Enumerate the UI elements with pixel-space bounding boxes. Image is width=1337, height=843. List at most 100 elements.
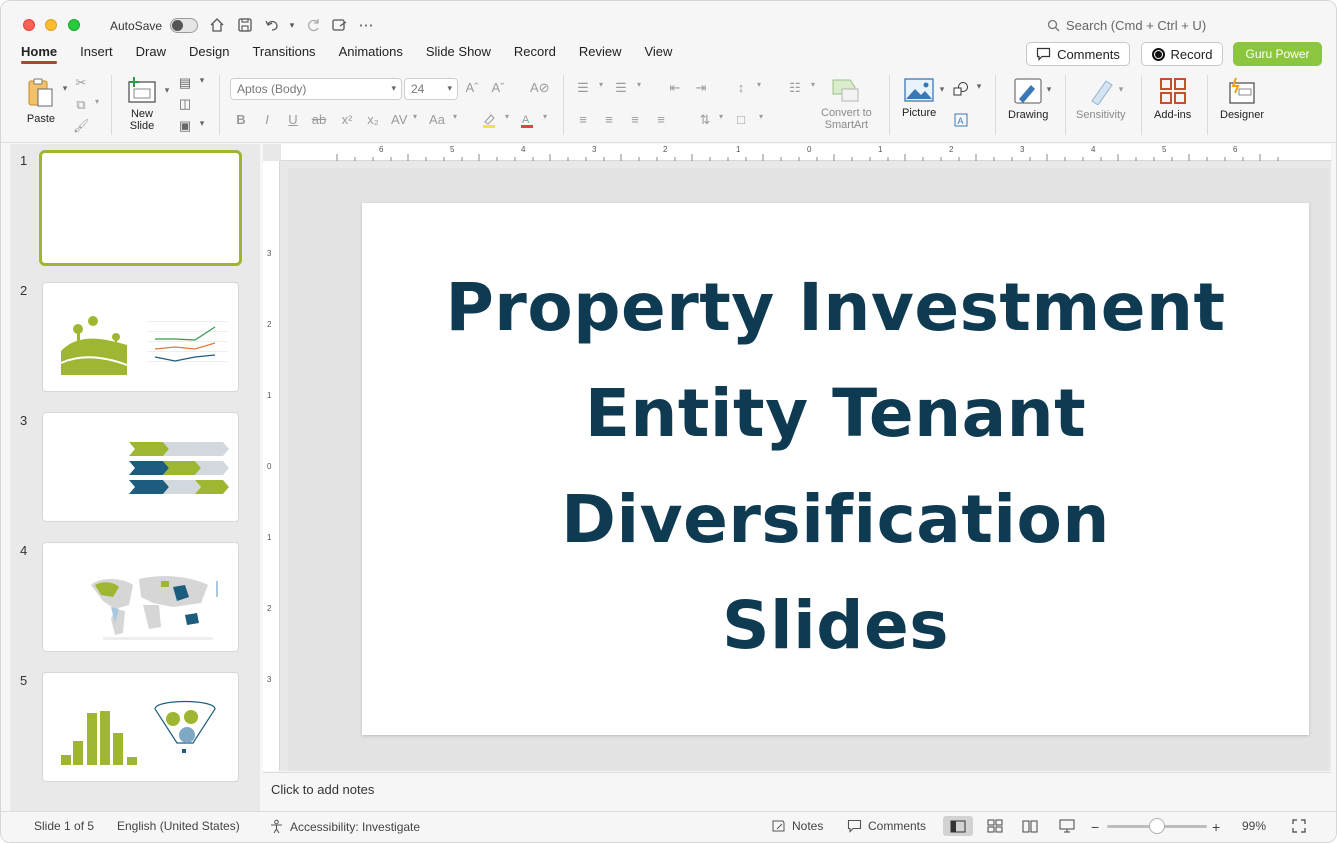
maximize-window-button[interactable]: [68, 19, 80, 31]
drawing-dropdown-icon[interactable]: ▾: [1041, 84, 1057, 95]
paste-button[interactable]: Paste: [25, 77, 57, 125]
notes-pane[interactable]: Click to add notes: [263, 772, 1331, 810]
align-right-icon[interactable]: ≡: [627, 112, 643, 127]
slide-thumbnail-4[interactable]: [42, 542, 239, 652]
change-case-icon[interactable]: Aa: [429, 112, 445, 127]
decrease-indent-icon[interactable]: ⇤: [667, 80, 683, 96]
align-center-icon[interactable]: ≡: [601, 112, 617, 127]
highlight-dropdown-icon[interactable]: ▾: [499, 112, 515, 121]
home-icon[interactable]: [207, 15, 227, 35]
convert-to-smartart-button[interactable]: Convert to SmartArt: [821, 77, 872, 131]
zoom-in-button[interactable]: +: [1212, 819, 1220, 835]
text-direction-dropdown-icon[interactable]: ▾: [713, 112, 729, 121]
paste-dropdown-icon[interactable]: ▾: [57, 83, 73, 94]
add-ins-button[interactable]: Add-ins: [1154, 77, 1191, 121]
undo-icon[interactable]: [262, 15, 282, 35]
layout-icon[interactable]: ▤: [177, 75, 193, 91]
slide-thumbnail-3[interactable]: [42, 412, 239, 522]
tab-review[interactable]: Review: [579, 44, 622, 66]
numbering-icon[interactable]: ☰: [613, 80, 629, 96]
text-box-icon[interactable]: A: [953, 112, 969, 131]
italic-icon[interactable]: I: [259, 112, 275, 127]
character-spacing-icon[interactable]: AV: [391, 112, 407, 127]
font-color-dropdown-icon[interactable]: ▾: [537, 112, 553, 121]
new-slide-button[interactable]: New Slide: [127, 76, 157, 132]
tab-record[interactable]: Record: [514, 44, 556, 66]
more-icon[interactable]: ⋯: [356, 15, 376, 35]
slide-thumbnail-2[interactable]: [42, 282, 239, 392]
reading-view-button[interactable]: [1015, 816, 1045, 836]
strikethrough-icon[interactable]: ab: [311, 112, 327, 127]
bold-icon[interactable]: B: [233, 112, 249, 127]
align-left-icon[interactable]: ≡: [575, 112, 591, 127]
grow-font-icon[interactable]: Aˆ: [464, 80, 480, 95]
align-text-icon[interactable]: □: [733, 112, 749, 127]
columns-dropdown-icon[interactable]: ▾: [805, 80, 821, 89]
comments-toggle[interactable]: Comments: [847, 819, 926, 833]
bullets-icon[interactable]: ☰: [575, 80, 591, 96]
justify-icon[interactable]: ≡: [653, 112, 669, 127]
current-slide[interactable]: Property Investment Entity Tenant Divers…: [362, 203, 1309, 735]
comments-button[interactable]: Comments: [1026, 42, 1130, 66]
minimize-window-button[interactable]: [45, 19, 57, 31]
superscript-icon[interactable]: x²: [339, 112, 355, 127]
zoom-out-button[interactable]: −: [1091, 819, 1099, 835]
search-box[interactable]: Search (Cmd + Ctrl + U): [1047, 18, 1206, 33]
zoom-level[interactable]: 99%: [1242, 819, 1266, 833]
subscript-icon[interactable]: x₂: [365, 112, 381, 127]
shapes-dropdown-icon[interactable]: ▾: [971, 81, 987, 92]
save-icon[interactable]: [235, 15, 255, 35]
numbering-dropdown-icon[interactable]: ▾: [631, 80, 647, 89]
guru-power-button[interactable]: Guru Power: [1233, 42, 1322, 66]
notes-toggle[interactable]: Notes: [771, 819, 823, 833]
bullets-dropdown-icon[interactable]: ▾: [593, 80, 609, 89]
normal-view-button[interactable]: [943, 816, 973, 836]
tab-insert[interactable]: Insert: [80, 44, 113, 66]
slide-thumbnail-1[interactable]: [39, 150, 242, 266]
fit-slide-button[interactable]: [1292, 819, 1306, 833]
font-color-icon[interactable]: A: [519, 112, 535, 131]
highlight-icon[interactable]: [481, 112, 497, 131]
slide-thumbnail-5[interactable]: [42, 672, 239, 782]
tab-view[interactable]: View: [644, 44, 672, 66]
columns-icon[interactable]: ☷: [787, 80, 803, 96]
tab-design[interactable]: Design: [189, 44, 229, 66]
tab-transitions[interactable]: Transitions: [252, 44, 315, 66]
picture-button[interactable]: Picture: [902, 77, 936, 119]
line-spacing-dropdown-icon[interactable]: ▾: [751, 80, 767, 89]
tab-home[interactable]: Home: [21, 44, 58, 66]
copy-dropdown-icon[interactable]: ▾: [89, 97, 105, 106]
language-indicator[interactable]: English (United States): [117, 819, 240, 833]
change-case-dropdown-icon[interactable]: ▾: [447, 112, 463, 121]
clear-formatting-icon[interactable]: A⊘: [530, 80, 550, 96]
shapes-icon[interactable]: [953, 81, 969, 100]
increase-indent-icon[interactable]: ⇥: [693, 80, 709, 96]
undo-dropdown-icon[interactable]: ▾: [282, 15, 302, 35]
format-painter-icon[interactable]: 🖌: [73, 118, 90, 134]
slide-title[interactable]: Property Investment Entity Tenant Divers…: [402, 255, 1269, 679]
record-button[interactable]: Record: [1141, 42, 1223, 66]
accessibility-checker[interactable]: Accessibility: Investigate: [269, 819, 420, 834]
reset-icon[interactable]: ◫: [177, 96, 193, 112]
present-icon[interactable]: [329, 15, 349, 35]
underline-icon[interactable]: U: [285, 112, 301, 127]
redo-icon[interactable]: [303, 15, 323, 35]
copy-icon[interactable]: ⧉: [73, 97, 89, 113]
font-name-select[interactable]: Aptos (Body) ▾: [230, 78, 402, 100]
text-direction-icon[interactable]: ⇅: [697, 112, 713, 128]
tab-animations[interactable]: Animations: [339, 44, 403, 66]
line-spacing-icon[interactable]: ↕: [733, 80, 749, 95]
tab-slide-show[interactable]: Slide Show: [426, 44, 491, 66]
align-text-dropdown-icon[interactable]: ▾: [753, 112, 769, 121]
sensitivity-dropdown-icon[interactable]: ▾: [1113, 84, 1129, 95]
section-icon[interactable]: ▣: [177, 118, 193, 134]
close-window-button[interactable]: [23, 19, 35, 31]
section-dropdown-icon[interactable]: ▾: [194, 118, 210, 129]
layout-dropdown-icon[interactable]: ▾: [194, 75, 210, 86]
slide-sorter-view-button[interactable]: [980, 816, 1010, 836]
new-slide-dropdown-icon[interactable]: ▾: [159, 85, 175, 96]
slideshow-view-button[interactable]: [1052, 816, 1082, 836]
font-size-select[interactable]: 24 ▾: [404, 78, 458, 100]
shrink-font-icon[interactable]: Aˇ: [490, 80, 506, 95]
autosave-toggle[interactable]: [170, 18, 198, 33]
